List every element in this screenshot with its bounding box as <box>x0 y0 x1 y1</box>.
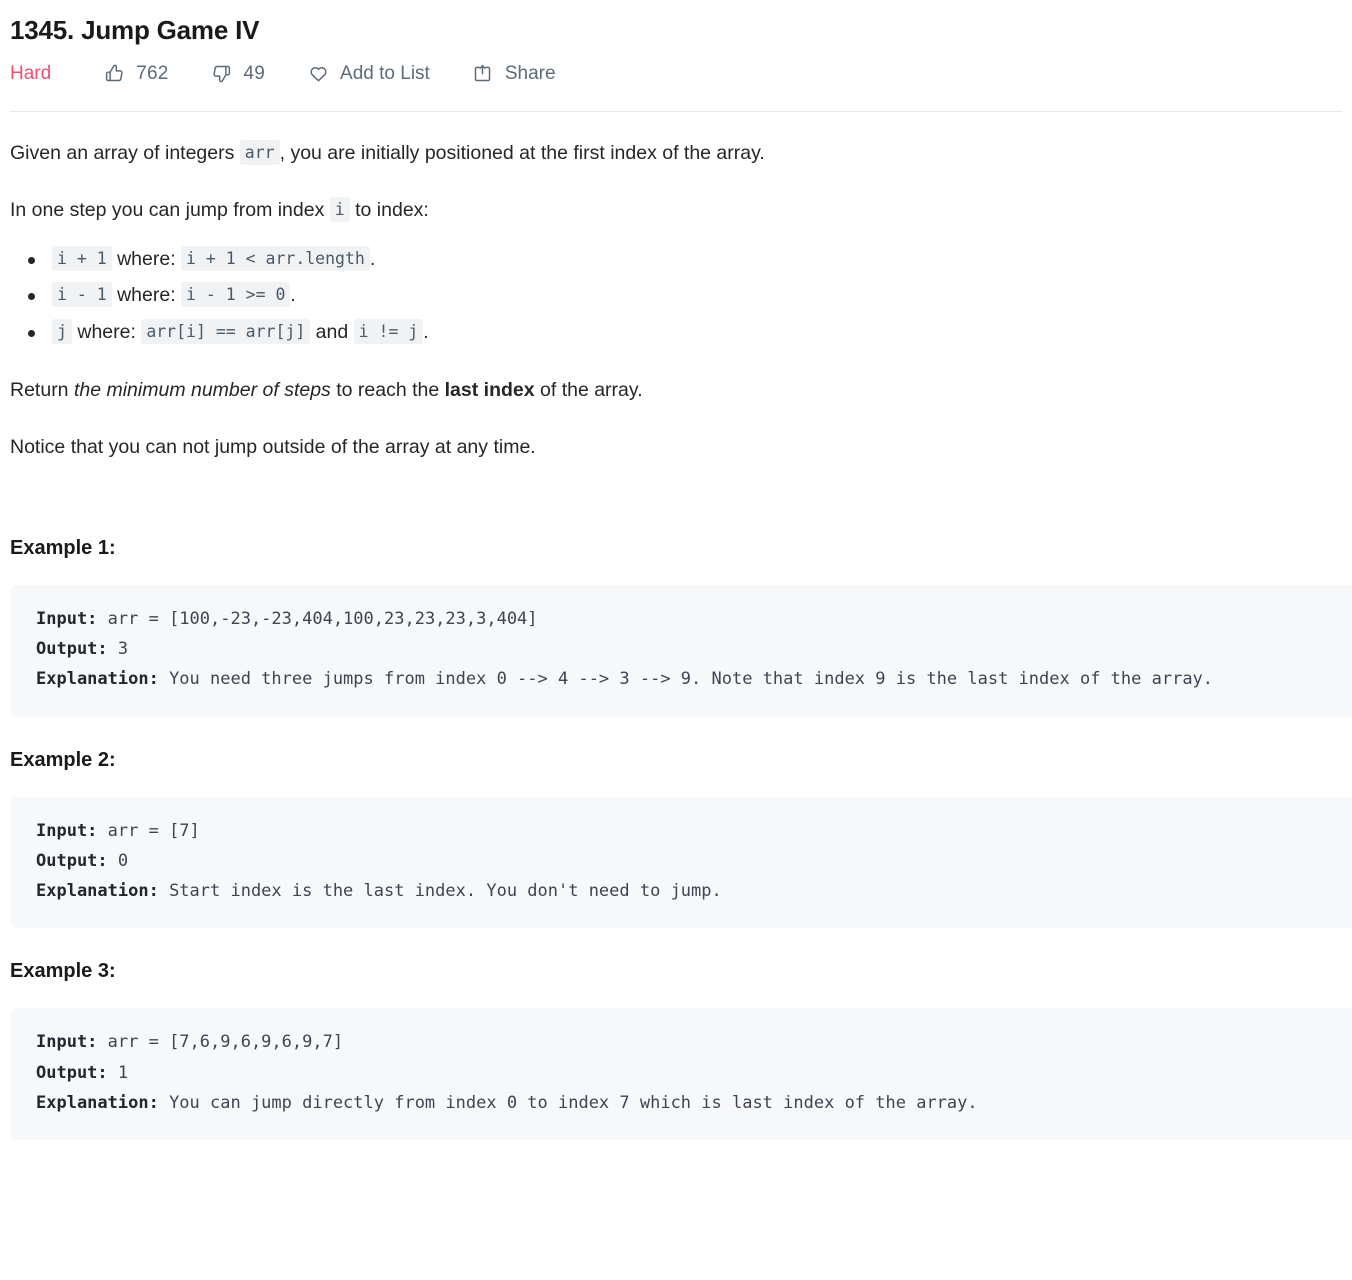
downvote-button[interactable]: 49 <box>211 63 266 85</box>
description-paragraph-4: Notice that you can not jump outside of … <box>10 435 536 458</box>
example-2-explanation-label: Explanation: <box>36 881 159 902</box>
example-1-input-label: Input: <box>36 608 98 629</box>
add-to-list-button[interactable]: Add to List <box>307 63 430 85</box>
desc-p1-text-b: , you are initially positioned at the fi… <box>279 141 765 164</box>
desc-p3-italic: the minimum number of steps <box>73 378 331 401</box>
desc-p3-bold: last index <box>444 378 535 401</box>
rule-3-code-3: i != j <box>353 319 424 345</box>
example-3-code-block: Input: arr = [7,6,9,6,9,6,9,7] Output: 1… <box>10 1008 1352 1141</box>
example-2-heading: Example 2: <box>10 748 116 771</box>
example-1-explanation-value: You need three jumps from index 0 --> 4 … <box>158 669 1214 690</box>
list-item: j where: arr[i] == arr[j] and i != j. <box>28 317 1342 349</box>
share-button[interactable]: Share <box>472 63 556 85</box>
rule-1-code-2: i + 1 < arr.length <box>181 245 370 271</box>
example-2-code-block: Input: arr = [7] Output: 0 Explanation: … <box>10 796 1352 929</box>
example-1-output-value: 3 <box>107 639 129 660</box>
list-item: i - 1 where: i - 1 >= 0. <box>28 280 1342 312</box>
rule-2-tail: . <box>290 284 296 307</box>
example-3-explanation-value: You can jump directly from index 0 to in… <box>158 1092 978 1113</box>
example-3-input-label: Input: <box>36 1032 98 1053</box>
jump-rules-list: i + 1 where: i + 1 < arr.length. i - 1 w… <box>10 244 1342 349</box>
inline-code-i: i <box>329 196 350 222</box>
problem-content: Given an array of integers arr, you are … <box>0 138 1352 1141</box>
thumbs-up-icon <box>103 63 125 85</box>
desc-p3-text-b: to reach the <box>330 378 445 401</box>
difficulty-badge: Hard <box>10 63 52 84</box>
example-gap-2 <box>10 928 1342 958</box>
page-title: 1345. Jump Game IV <box>10 15 260 45</box>
rule-3-mid: where: <box>71 321 142 344</box>
example-3-output-value: 1 <box>107 1062 129 1083</box>
desc-p3-text-a: Return <box>10 378 74 401</box>
example-3-heading: Example 3: <box>10 960 116 983</box>
rule-2-mid: where: <box>111 284 182 307</box>
header-divider <box>10 110 1342 112</box>
rule-3-code-2: arr[i] == arr[j] <box>141 319 311 345</box>
inline-code-arr: arr <box>239 139 280 165</box>
example-3-input-value: arr = [7,6,9,6,9,6,9,7] <box>97 1032 344 1053</box>
example-2-input-value: arr = [7] <box>97 820 200 841</box>
example-1-explanation-label: Explanation: <box>36 669 159 690</box>
list-item: i + 1 where: i + 1 < arr.length. <box>28 244 1342 276</box>
share-icon <box>472 63 494 85</box>
example-1-heading: Example 1: <box>10 536 116 559</box>
example-3-explanation-label: Explanation: <box>36 1092 159 1113</box>
example-gap-1 <box>10 717 1342 747</box>
problem-description-page: 1345. Jump Game IV Hard 762 49 Add to Li… <box>0 0 1352 1280</box>
description-paragraph-3: Return the minimum number of steps to re… <box>10 375 1342 406</box>
downvote-count: 49 <box>243 63 266 84</box>
share-label: Share <box>504 63 556 84</box>
rule-1-mid: where: <box>111 247 182 270</box>
description-paragraph-2: In one step you can jump from index i to… <box>10 195 1342 226</box>
problem-meta-row: Hard 762 49 Add to List Share <box>0 47 1352 85</box>
desc-p2-text-a: In one step you can jump from index <box>10 198 330 221</box>
rule-2-code-2: i - 1 >= 0 <box>181 282 291 308</box>
heart-icon <box>307 63 329 85</box>
example-1-code-block: Input: arr = [100,-23,-23,404,100,23,23,… <box>10 584 1352 717</box>
example-2-output-label: Output: <box>36 850 108 871</box>
rule-3-code-1: j <box>52 319 72 345</box>
desc-p1-text-a: Given an array of integers <box>10 141 240 164</box>
example-1-input-value: arr = [100,-23,-23,404,100,23,23,23,3,40… <box>97 608 538 629</box>
rule-3-mid-2: and <box>310 321 354 344</box>
example-2-input-label: Input: <box>36 820 98 841</box>
upvote-count: 762 <box>136 63 169 84</box>
add-to-list-label: Add to List <box>340 63 430 84</box>
example-2-explanation-value: Start index is the last index. You don't… <box>158 881 722 902</box>
desc-p3-text-c: of the array. <box>534 378 643 401</box>
rule-1-code-1: i + 1 <box>52 245 112 271</box>
rule-3-tail: . <box>423 321 429 344</box>
example-2-output-value: 0 <box>107 850 129 871</box>
example-1-output-label: Output: <box>36 639 108 660</box>
rule-1-tail: . <box>369 247 376 270</box>
example-3-output-label: Output: <box>36 1062 108 1083</box>
upvote-button[interactable]: 762 <box>103 63 168 85</box>
rule-2-code-1: i - 1 <box>52 282 112 308</box>
description-paragraph-1: Given an array of integers arr, you are … <box>10 138 1342 169</box>
thumbs-down-icon <box>211 63 233 85</box>
desc-p2-text-b: to index: <box>349 198 429 221</box>
